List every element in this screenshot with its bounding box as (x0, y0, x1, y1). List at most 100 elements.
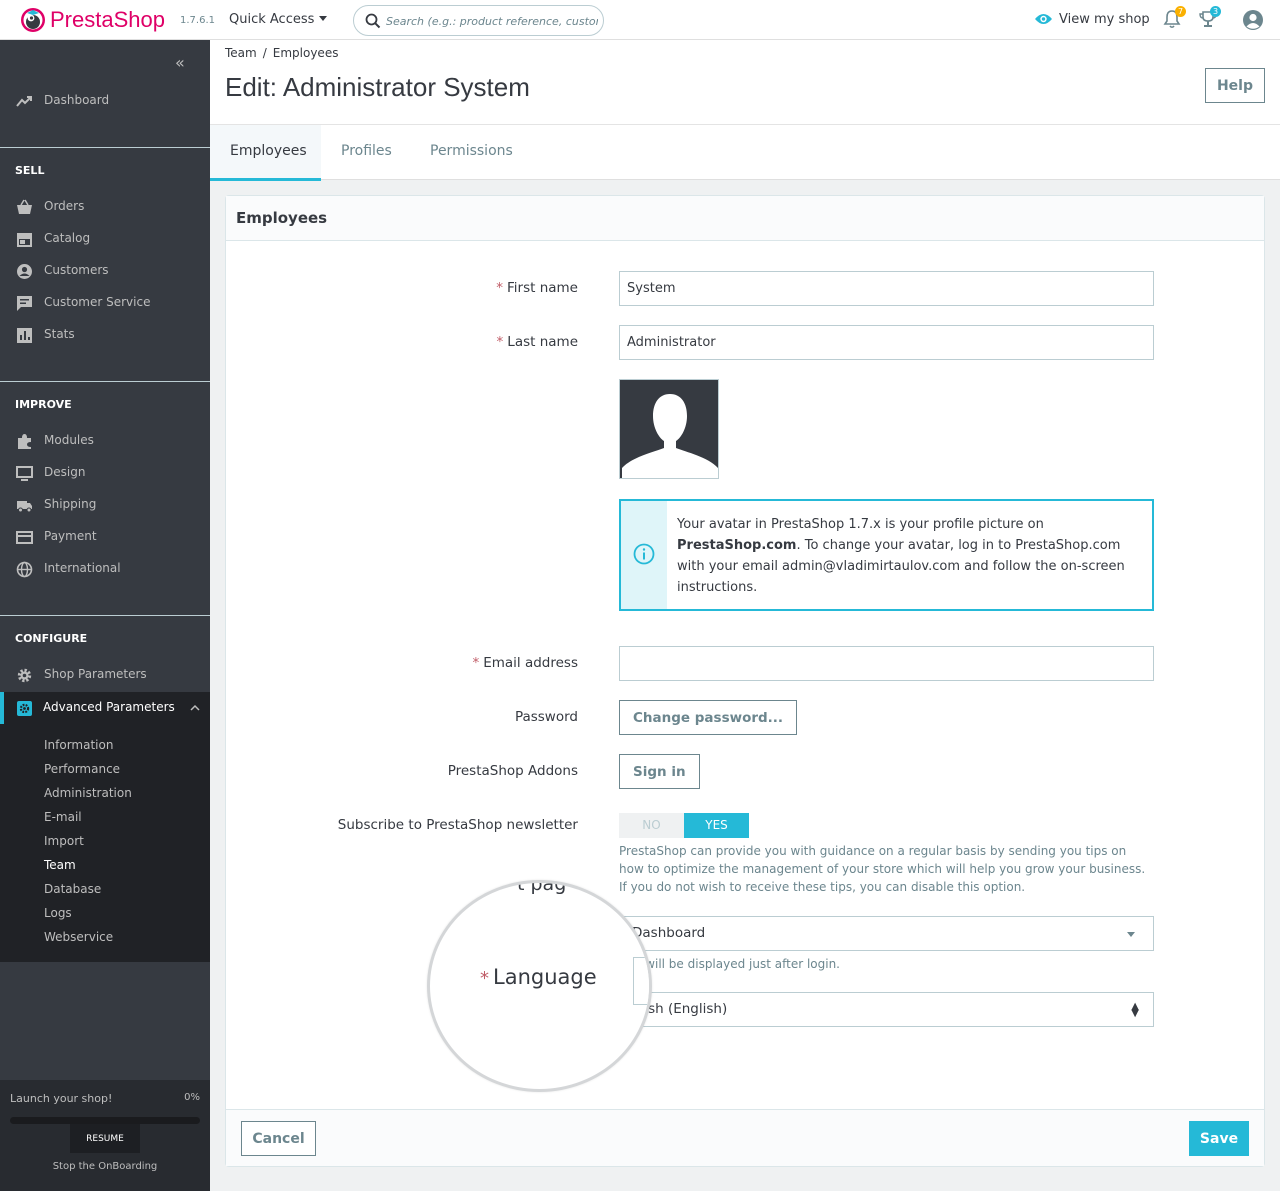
collapse-sidebar-icon[interactable]: « (175, 53, 185, 72)
section-title-improve: IMPROVE (15, 398, 72, 411)
submenu-item-information[interactable]: Information (44, 738, 113, 752)
sidebar-item-label: Shipping (44, 497, 97, 511)
truck-icon (17, 501, 32, 513)
sidebar-item-label: Catalog (44, 231, 91, 245)
sidebar-item-catalog[interactable]: Catalog (0, 225, 210, 253)
submenu-item-administration[interactable]: Administration (44, 786, 132, 800)
sidebar-item-label: Orders (44, 199, 85, 213)
language-label-text: Language (493, 965, 597, 989)
submenu-item-team[interactable]: Team (44, 858, 76, 872)
settings-applications-icon (17, 701, 32, 716)
chat-icon (17, 296, 32, 311)
prestashop-com-link[interactable]: PrestaShop.com (677, 538, 796, 553)
card-title: Employees (236, 209, 328, 227)
first-name-input[interactable] (619, 271, 1154, 306)
magnifier-overlay: t pag * Language (427, 880, 652, 1092)
sidebar-item-orders[interactable]: Orders (0, 193, 210, 221)
switch-option-yes[interactable]: YES (684, 813, 749, 838)
sidebar-item-label: Customers (44, 263, 109, 277)
sidebar-divider (0, 381, 210, 382)
change-password-button[interactable]: Change password... (619, 700, 798, 735)
top-header: PrestaShop 1.7.6.1 Quick Access View my … (0, 0, 1280, 40)
sidebar-item-dashboard[interactable]: Dashboard (0, 87, 210, 115)
notifications-bell[interactable]: 7 (1163, 6, 1186, 33)
store-icon (17, 233, 32, 247)
sidebar: « Dashboard SELL Orders Catalog Customer… (0, 40, 210, 1191)
stop-onboarding-link[interactable]: Stop the OnBoarding (0, 1161, 210, 1172)
tab-permissions[interactable]: Permissions (430, 125, 513, 181)
submenu-item-import[interactable]: Import (44, 834, 84, 848)
view-my-shop-link[interactable]: View my shop (1034, 12, 1150, 27)
tab-employees[interactable]: Employees (210, 125, 321, 181)
default-page-select[interactable]: Dashboard (619, 916, 1154, 951)
sidebar-item-payment[interactable]: Payment (0, 523, 210, 551)
sidebar-item-label: Dashboard (44, 93, 110, 107)
language-select[interactable]: glish (English) ▲ ▼ (619, 992, 1154, 1027)
addons-sign-in-button[interactable]: Sign in (619, 754, 700, 789)
info-alert-strip (621, 501, 667, 609)
sidebar-item-shipping[interactable]: Shipping (0, 491, 210, 519)
submenu-item-database[interactable]: Database (44, 882, 101, 896)
onboarding-panel: Launch your shop! 0% RESUME Stop the OnB… (0, 1080, 210, 1191)
brand-name[interactable]: PrestaShop (50, 7, 165, 33)
search-input[interactable] (386, 11, 598, 31)
magnified-input-edge (633, 957, 649, 1005)
search-icon (365, 13, 381, 29)
breadcrumb-item-team[interactable]: Team (225, 46, 257, 60)
prestashop-logo-icon[interactable] (20, 7, 46, 33)
email-input[interactable] (619, 646, 1154, 681)
user-profile-icon[interactable] (1242, 9, 1264, 31)
switch-option-no[interactable]: NO (619, 813, 684, 838)
sidebar-item-customer-service[interactable]: Customer Service (0, 289, 210, 317)
submenu-item-email[interactable]: E-mail (44, 810, 82, 824)
account-circle-icon (17, 264, 32, 279)
email-label: * Email address (472, 655, 578, 671)
sidebar-item-modules[interactable]: Modules (0, 427, 210, 455)
breadcrumb-item-employees[interactable]: Employees (273, 46, 339, 60)
sidebar-item-shop-parameters[interactable]: Shop Parameters (0, 661, 210, 689)
sidebar-item-label: Design (44, 465, 86, 479)
submenu-item-webservice[interactable]: Webservice (44, 930, 113, 944)
notifications-badge: 7 (1175, 6, 1186, 17)
onboarding-progress-bar (10, 1117, 200, 1124)
section-title-sell: SELL (15, 164, 45, 177)
submenu-item-logs[interactable]: Logs (44, 906, 72, 920)
card-footer: Cancel Save (226, 1109, 1264, 1166)
password-label: Password (514, 709, 578, 725)
shopping-basket-icon (17, 199, 32, 214)
sidebar-item-customers[interactable]: Customers (0, 257, 210, 285)
required-asterisk: * (496, 280, 503, 296)
orders-notification[interactable]: 3 (1198, 6, 1221, 33)
monitor-icon (16, 466, 33, 481)
sidebar-item-label: Advanced Parameters (43, 700, 175, 714)
sidebar-item-stats[interactable]: Stats (0, 321, 210, 349)
quick-access-label: Quick Access (229, 12, 315, 27)
quick-access-dropdown[interactable]: Quick Access (229, 12, 328, 27)
last-name-input[interactable] (619, 325, 1154, 360)
caret-down-icon (319, 16, 328, 21)
version-label: 1.7.6.1 (180, 15, 215, 26)
info-icon (633, 543, 655, 565)
search-box[interactable] (353, 5, 604, 36)
breadcrumb-separator: / (262, 46, 267, 60)
sidebar-item-design[interactable]: Design (0, 459, 210, 487)
onboarding-percent: 0% (184, 1092, 200, 1103)
bar-chart-icon (17, 328, 32, 343)
sidebar-item-international[interactable]: International (0, 555, 210, 583)
help-button[interactable]: Help (1205, 68, 1265, 103)
resume-onboarding-button[interactable]: RESUME (70, 1124, 140, 1153)
required-asterisk: * (472, 655, 480, 671)
tab-profiles[interactable]: Profiles (341, 125, 392, 181)
submenu-item-performance[interactable]: Performance (44, 762, 120, 776)
newsletter-help-text: PrestaShop can provide you with guidance… (619, 844, 1146, 894)
magnified-cut-text: t pag (517, 880, 567, 895)
newsletter-switch[interactable]: NO YES (619, 813, 749, 838)
avatar-info-text: Your avatar in PrestaShop 1.7.x is your … (677, 514, 1145, 598)
last-name-label: * Last name (497, 334, 578, 350)
save-button[interactable]: Save (1189, 1121, 1249, 1156)
sidebar-item-label: Modules (44, 433, 94, 447)
page-header: Team / Employees Edit: Administrator Syste… (210, 40, 1280, 181)
sidebar-item-advanced-parameters[interactable]: Advanced Parameters (0, 692, 210, 724)
cancel-button[interactable]: Cancel (241, 1121, 316, 1156)
required-asterisk: * (496, 334, 504, 350)
